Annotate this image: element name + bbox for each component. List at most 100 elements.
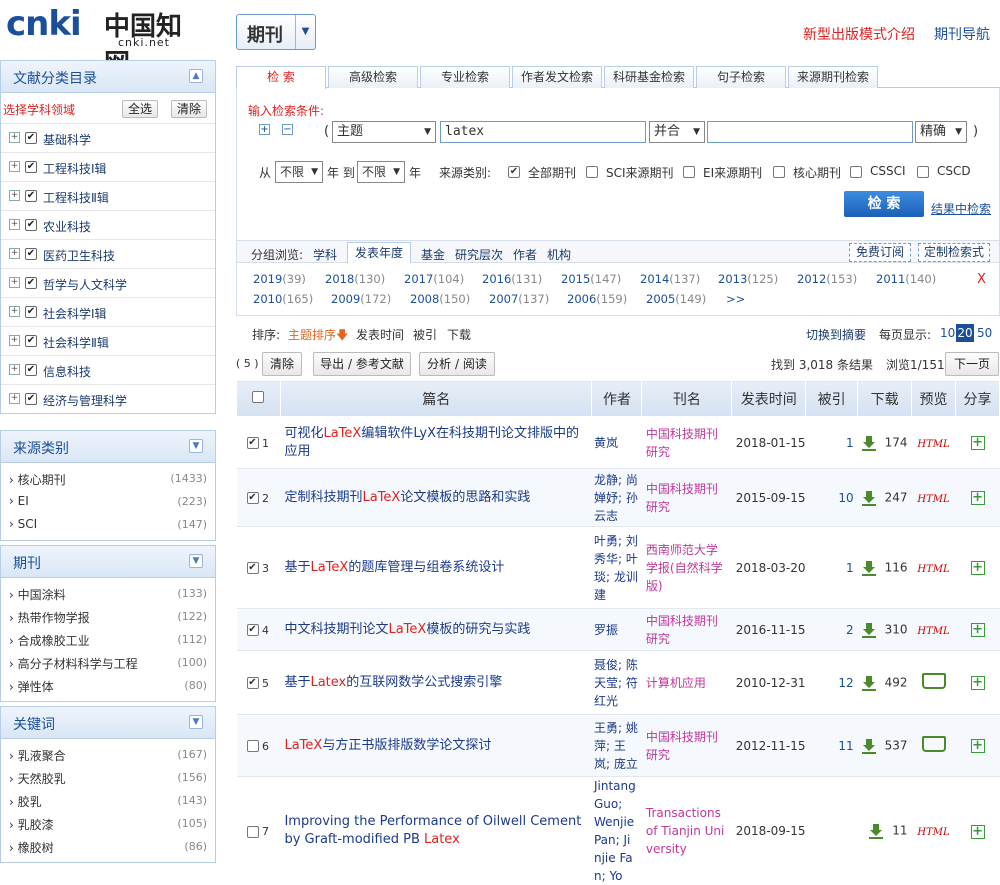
- row-preview[interactable]: HTML: [912, 527, 956, 609]
- category-item[interactable]: +✔信息科技: [1, 355, 215, 384]
- category-label[interactable]: 农业科技: [43, 218, 91, 235]
- category-checkbox[interactable]: ✔: [25, 335, 37, 347]
- group-year[interactable]: 发表年度: [347, 242, 411, 263]
- row-cited[interactable]: 12: [806, 651, 858, 715]
- row-preview[interactable]: HTML: [912, 609, 956, 651]
- row-cited[interactable]: 2: [806, 609, 858, 651]
- select-all-col[interactable]: [237, 381, 281, 417]
- row-checkbox[interactable]: ✔: [247, 492, 259, 504]
- switch-abstract-link[interactable]: 切换到摘要: [806, 326, 866, 343]
- share-plus-icon[interactable]: +: [971, 739, 985, 753]
- year-item[interactable]: 2017(104): [404, 272, 464, 286]
- per-page-50[interactable]: 50: [977, 326, 992, 340]
- year-item[interactable]: 2013(125): [718, 272, 778, 286]
- filter-label[interactable]: › 天然胶乳: [9, 770, 66, 787]
- collapse-icon[interactable]: ▼: [189, 715, 203, 729]
- row-download[interactable]: 116: [858, 527, 912, 609]
- group-fund[interactable]: 基金: [421, 246, 445, 263]
- year-item[interactable]: 2007(137): [489, 292, 549, 306]
- row-cited[interactable]: 11: [806, 715, 858, 777]
- category-item[interactable]: +✔哲学与人文科学: [1, 268, 215, 297]
- category-item[interactable]: +✔工程科技Ⅰ辑: [1, 152, 215, 181]
- row-journal[interactable]: 中国科技期刊研究: [642, 609, 732, 651]
- row-cited[interactable]: 1: [806, 417, 858, 469]
- row-cited[interactable]: 10: [806, 469, 858, 527]
- expand-icon[interactable]: +: [9, 190, 20, 201]
- row-download[interactable]: 174: [858, 417, 912, 469]
- filter-item[interactable]: › SCI(147): [1, 513, 215, 536]
- html-preview-link[interactable]: HTML: [917, 494, 949, 505]
- year-item[interactable]: 2005(149): [646, 292, 706, 306]
- search-input[interactable]: latex: [440, 121, 646, 143]
- expand-icon[interactable]: +: [9, 219, 20, 230]
- row-download[interactable]: 537: [858, 715, 912, 777]
- category-label[interactable]: 信息科技: [43, 363, 91, 380]
- share-plus-icon[interactable]: +: [971, 623, 985, 637]
- checkbox-sci[interactable]: [586, 166, 598, 178]
- filter-label[interactable]: › 中国涂料: [9, 586, 66, 603]
- row-download[interactable]: 310: [858, 609, 912, 651]
- row-authors[interactable]: 罗振: [592, 609, 642, 651]
- row-checkbox[interactable]: ✔: [247, 624, 259, 636]
- search-input-2[interactable]: [707, 121, 913, 143]
- year-item[interactable]: 2009(172): [331, 292, 391, 306]
- row-download[interactable]: 11: [858, 777, 912, 885]
- download-icon[interactable]: [861, 675, 877, 691]
- read-book-icon[interactable]: [922, 673, 946, 689]
- download-icon[interactable]: [861, 435, 877, 451]
- share-plus-icon[interactable]: +: [971, 561, 985, 575]
- filter-label[interactable]: › SCI: [9, 517, 37, 531]
- html-preview-link[interactable]: HTML: [917, 439, 949, 450]
- tab-search[interactable]: 检 索: [236, 66, 326, 89]
- filter-label[interactable]: › EI: [9, 494, 29, 508]
- remove-row-icon[interactable]: −: [282, 124, 293, 135]
- share-plus-icon[interactable]: +: [971, 436, 985, 450]
- export-button[interactable]: 导出 / 参考文献: [313, 352, 411, 376]
- new-publish-mode-link[interactable]: 新型出版模式介绍: [803, 24, 915, 44]
- row-checkbox[interactable]: ✔: [247, 562, 259, 574]
- filter-item[interactable]: › 热带作物学报(122): [1, 605, 215, 628]
- tab-fund[interactable]: 科研基金检索: [604, 66, 694, 88]
- filter-label[interactable]: › 橡胶树: [9, 839, 54, 856]
- filter-item[interactable]: › 天然胶乳(156): [1, 766, 215, 789]
- filter-label[interactable]: › 胶乳: [9, 793, 42, 810]
- row-share[interactable]: +: [956, 777, 1000, 885]
- row-cited[interactable]: 1: [806, 527, 858, 609]
- expand-icon[interactable]: +: [9, 248, 20, 259]
- checkbox-core[interactable]: [773, 166, 785, 178]
- filter-label[interactable]: › 高分子材料科学与工程: [9, 655, 138, 672]
- filter-item[interactable]: › 胶乳(143): [1, 789, 215, 812]
- filter-item[interactable]: › 乳胶漆(105): [1, 812, 215, 835]
- checkbox-cssci[interactable]: [850, 166, 862, 178]
- category-checkbox[interactable]: ✔: [25, 393, 37, 405]
- close-icon[interactable]: X: [977, 272, 986, 287]
- row-title[interactable]: 可视化LaTeX编辑软件LyX在科技期刊论文排版中的应用: [280, 417, 592, 469]
- expand-icon[interactable]: +: [9, 364, 20, 375]
- row-authors[interactable]: Jintang Guo; Wenjie Pan; Jinjie Fan; Yo: [592, 777, 642, 885]
- row-title[interactable]: 中文科技期刊论文LaTeX模板的研究与实践: [280, 609, 592, 651]
- category-label[interactable]: 社会科学Ⅱ辑: [43, 334, 109, 351]
- row-select[interactable]: ✔ 4: [237, 609, 281, 651]
- filter-label[interactable]: › 弹性体: [9, 678, 54, 695]
- tab-sentence[interactable]: 句子检索: [696, 66, 786, 88]
- category-checkbox[interactable]: ✔: [25, 277, 37, 289]
- row-journal[interactable]: 中国科技期刊研究: [642, 469, 732, 527]
- row-share[interactable]: +: [956, 715, 1000, 777]
- row-select[interactable]: ✔ 1: [237, 417, 281, 469]
- year-item[interactable]: 2008(150): [410, 292, 470, 306]
- category-label[interactable]: 基础科学: [43, 131, 91, 148]
- row-authors[interactable]: 王勇; 姚萍; 王岚; 庞立: [592, 715, 642, 777]
- row-share[interactable]: +: [956, 527, 1000, 609]
- category-item[interactable]: +✔医药卫生科技: [1, 239, 215, 268]
- collapse-icon[interactable]: ▼: [189, 554, 203, 568]
- download-icon[interactable]: [861, 490, 877, 506]
- col-cited[interactable]: 被引: [806, 381, 858, 417]
- checkbox-cscd[interactable]: [917, 166, 929, 178]
- row-select[interactable]: ✔ 3: [237, 527, 281, 609]
- tab-source-journal[interactable]: 来源期刊检索: [788, 66, 878, 88]
- cnki-logo[interactable]: cnki 中国知网 cnki.net: [6, 4, 206, 48]
- filter-item[interactable]: › 橡胶树(86): [1, 835, 215, 858]
- tab-professional[interactable]: 专业检索: [420, 66, 510, 88]
- analyze-button[interactable]: 分析 / 阅读: [419, 352, 495, 376]
- row-preview[interactable]: [912, 651, 956, 715]
